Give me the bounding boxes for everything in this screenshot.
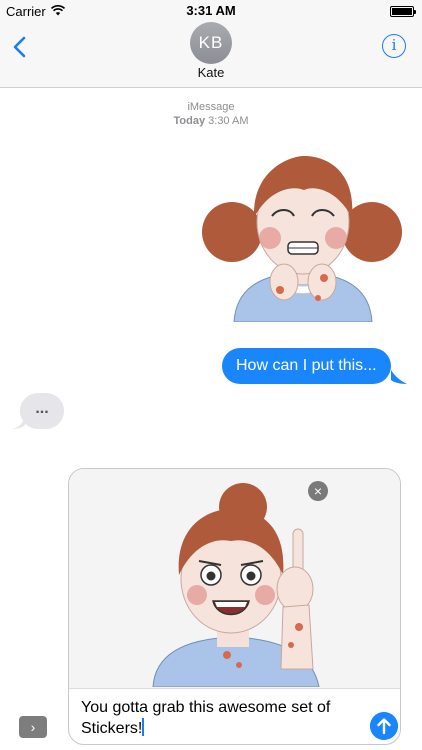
close-icon[interactable]: × <box>308 481 328 501</box>
battery-icon <box>390 6 416 17</box>
outgoing-message[interactable]: How can I put this... <box>222 348 391 384</box>
conversation-header: KB Kate i <box>0 22 422 88</box>
typing-tail <box>13 417 25 429</box>
message-input-text: You gotta grab this awesome set of Stick… <box>81 699 331 737</box>
status-bar: Carrier 3:31 AM <box>0 0 422 22</box>
contact-name[interactable]: Kate <box>0 65 422 80</box>
text-caret <box>142 718 145 736</box>
message-input[interactable]: You gotta grab this awesome set of Stick… <box>81 698 361 739</box>
info-icon[interactable]: i <box>382 34 406 58</box>
bubble-tail <box>391 370 407 384</box>
typing-indicator: ... <box>20 393 64 429</box>
arrow-up-icon[interactable] <box>370 712 398 740</box>
chevron-left-icon[interactable] <box>12 36 28 58</box>
timestamp-time: 3:30 AM <box>208 115 249 127</box>
avatar[interactable]: KB <box>190 22 232 64</box>
timestamp: Today 3:30 AM <box>0 115 422 127</box>
chevron-right-icon[interactable]: › <box>19 716 47 738</box>
sticker-preview: × <box>69 469 400 689</box>
service-label: iMessage <box>187 101 235 113</box>
sticker-girl-grimacing[interactable] <box>200 150 406 322</box>
compose-field[interactable]: × You gotta grab this awesome set of Sti… <box>68 468 401 745</box>
sticker-girl-pointing[interactable] <box>143 479 329 687</box>
timestamp-day: Today <box>173 115 206 127</box>
clock: 3:31 AM <box>186 3 236 18</box>
